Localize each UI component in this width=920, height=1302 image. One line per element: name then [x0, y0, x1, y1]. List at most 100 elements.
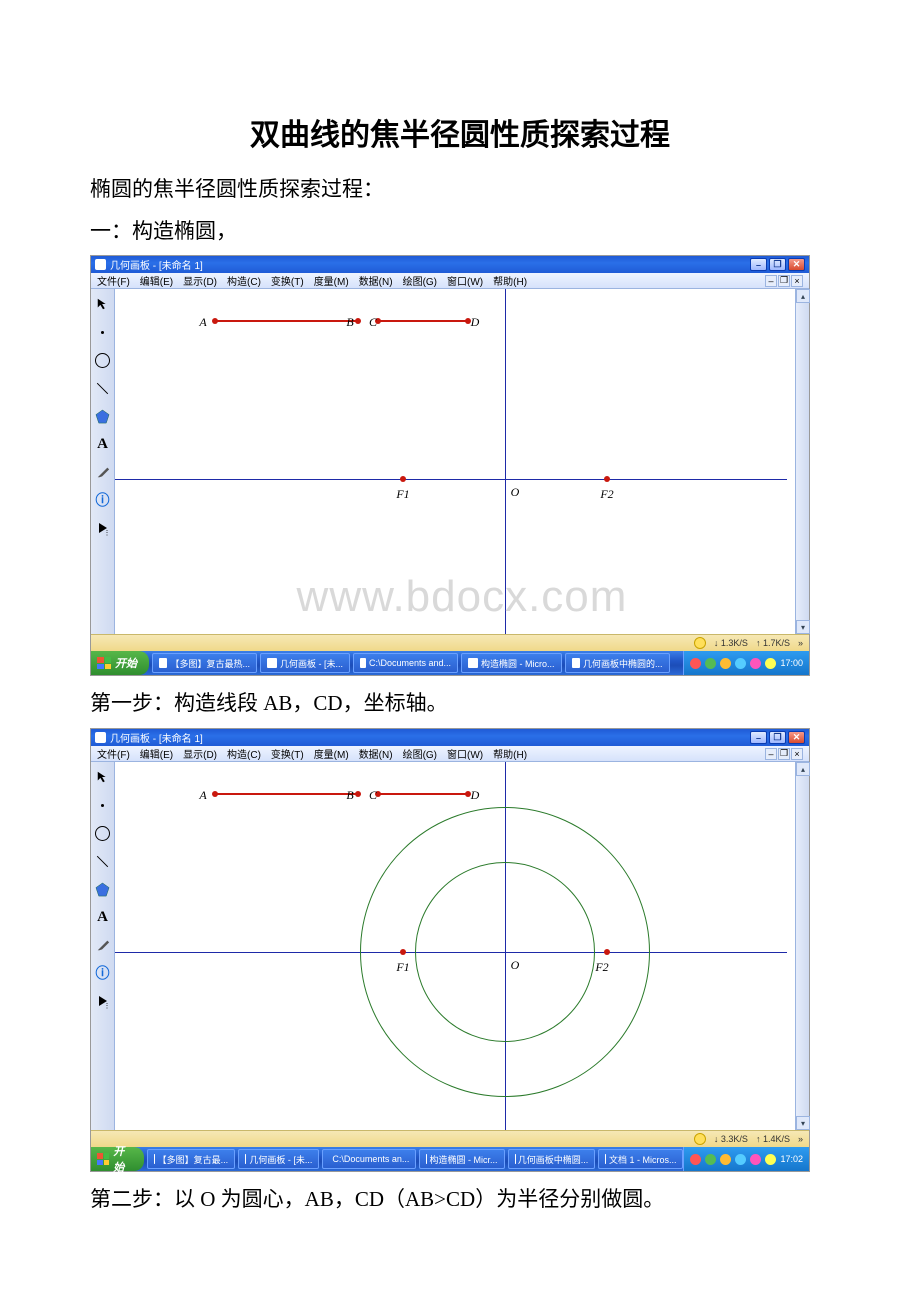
- minimize-button[interactable]: –: [750, 731, 767, 744]
- line-tool[interactable]: [94, 379, 112, 397]
- point-b[interactable]: [355, 791, 361, 797]
- menu-item[interactable]: 绘图(G): [403, 746, 437, 761]
- select-tool[interactable]: [94, 768, 112, 786]
- taskbar-item[interactable]: 构造椭圆 - Micro...: [461, 653, 562, 673]
- tray-icon[interactable]: [735, 1154, 746, 1165]
- menu-item[interactable]: 显示(D): [183, 746, 217, 761]
- tray-icon[interactable]: [705, 1154, 716, 1165]
- scroll-up[interactable]: ▴: [796, 289, 810, 303]
- menu-item[interactable]: 绘图(G): [403, 273, 437, 288]
- custom-tool[interactable]: ⋮: [94, 519, 112, 537]
- menu-item[interactable]: 窗口(W): [447, 273, 483, 288]
- menu-item[interactable]: 变换(T): [271, 746, 304, 761]
- menu-item[interactable]: 帮助(H): [493, 273, 527, 288]
- menu-item[interactable]: 显示(D): [183, 273, 217, 288]
- circle-small[interactable]: [415, 862, 595, 1042]
- drawing-canvas[interactable]: O F1 F2 A B C D www.bdocx.com: [115, 289, 809, 634]
- menu-item[interactable]: 构造(C): [227, 746, 261, 761]
- text-tool[interactable]: A: [94, 908, 112, 926]
- system-tray: 17:02: [683, 1147, 809, 1171]
- close-button[interactable]: ✕: [788, 731, 805, 744]
- scroll-down[interactable]: ▾: [796, 620, 810, 634]
- start-button[interactable]: 开始: [91, 651, 149, 675]
- menu-item[interactable]: 帮助(H): [493, 746, 527, 761]
- window-title: 几何画板 - [未命名 1]: [110, 257, 203, 272]
- line-tool[interactable]: [94, 852, 112, 870]
- menu-item[interactable]: 变换(T): [271, 273, 304, 288]
- taskbar-item[interactable]: 构造椭圆 - Micr...: [419, 1149, 505, 1169]
- tray-icon[interactable]: [690, 658, 701, 669]
- marker-tool[interactable]: [94, 936, 112, 954]
- segment-cd[interactable]: [378, 320, 468, 322]
- point-b[interactable]: [355, 318, 361, 324]
- taskbar-item[interactable]: 文档 1 - Micros...: [598, 1149, 683, 1169]
- segment-ab[interactable]: [215, 320, 358, 322]
- point-f2[interactable]: [604, 476, 610, 482]
- minimize-button[interactable]: –: [750, 258, 767, 271]
- tray-icon[interactable]: [720, 658, 731, 669]
- scroll-down[interactable]: ▾: [796, 1116, 810, 1130]
- vertical-scrollbar[interactable]: ▴ ▾: [795, 762, 809, 1130]
- task-icon: [267, 658, 277, 668]
- tray-icon[interactable]: [735, 658, 746, 669]
- clock: 17:00: [780, 658, 803, 668]
- point-f2[interactable]: [604, 949, 610, 955]
- doc-minimize[interactable]: –: [765, 275, 777, 287]
- tray-icon[interactable]: [765, 658, 776, 669]
- menu-item[interactable]: 文件(F): [97, 746, 130, 761]
- doc-close[interactable]: ×: [791, 275, 803, 287]
- menu-item[interactable]: 数据(N): [359, 273, 393, 288]
- tray-icon[interactable]: [705, 658, 716, 669]
- segment-cd[interactable]: [378, 793, 468, 795]
- taskbar-item[interactable]: 几何画板 - [未...: [260, 653, 350, 673]
- select-tool[interactable]: [94, 295, 112, 313]
- point-f1[interactable]: [400, 949, 406, 955]
- doc-restore[interactable]: ❐: [778, 275, 790, 287]
- start-button[interactable]: 开始: [91, 1147, 144, 1171]
- menu-item[interactable]: 编辑(E): [140, 273, 173, 288]
- doc-minimize[interactable]: –: [765, 748, 777, 760]
- tray-icon[interactable]: [750, 1154, 761, 1165]
- custom-tool[interactable]: ⋮: [94, 992, 112, 1010]
- taskbar-item[interactable]: 几何画板 - [未...: [238, 1149, 319, 1169]
- menu-item[interactable]: 窗口(W): [447, 746, 483, 761]
- point-tool[interactable]: [94, 796, 112, 814]
- tray-icon[interactable]: [765, 1154, 776, 1165]
- maximize-button[interactable]: ❐: [769, 258, 786, 271]
- scroll-up[interactable]: ▴: [796, 762, 810, 776]
- circle-tool[interactable]: [94, 351, 112, 369]
- drawing-canvas[interactable]: O F1 F2 A B C D: [115, 762, 809, 1130]
- polygon-tool[interactable]: [94, 880, 112, 898]
- tray-icon[interactable]: [690, 1154, 701, 1165]
- circle-tool[interactable]: [94, 824, 112, 842]
- segment-ab[interactable]: [215, 793, 358, 795]
- taskbar-item[interactable]: 几何画板中椭圆...: [508, 1149, 596, 1169]
- marker-tool[interactable]: [94, 463, 112, 481]
- menu-item[interactable]: 编辑(E): [140, 746, 173, 761]
- taskbar-item[interactable]: 【多图】复古最...: [147, 1149, 235, 1169]
- info-tool[interactable]: ⓘ: [94, 491, 112, 509]
- vertical-scrollbar[interactable]: ▴ ▾: [795, 289, 809, 634]
- taskbar-item[interactable]: C:\Documents an...: [322, 1149, 416, 1169]
- point-tool[interactable]: [94, 323, 112, 341]
- doc-close[interactable]: ×: [791, 748, 803, 760]
- menu-item[interactable]: 度量(M): [314, 273, 349, 288]
- menu-item[interactable]: 数据(N): [359, 746, 393, 761]
- maximize-button[interactable]: ❐: [769, 731, 786, 744]
- text-tool[interactable]: A: [94, 435, 112, 453]
- label-b: B: [346, 788, 353, 803]
- doc-restore[interactable]: ❐: [778, 748, 790, 760]
- taskbar-item[interactable]: C:\Documents and...: [353, 653, 458, 673]
- menu-item[interactable]: 构造(C): [227, 273, 261, 288]
- taskbar-item[interactable]: 【多图】复古最热...: [152, 653, 257, 673]
- menu-item[interactable]: 文件(F): [97, 273, 130, 288]
- point-f1[interactable]: [400, 476, 406, 482]
- polygon-tool[interactable]: [94, 407, 112, 425]
- tray-icon[interactable]: [750, 658, 761, 669]
- menu-bar: 文件(F) 编辑(E) 显示(D) 构造(C) 变换(T) 度量(M) 数据(N…: [91, 746, 809, 762]
- info-tool[interactable]: ⓘ: [94, 964, 112, 982]
- close-button[interactable]: ✕: [788, 258, 805, 271]
- taskbar-item[interactable]: 几何画板中椭圆的...: [565, 653, 670, 673]
- tray-icon[interactable]: [720, 1154, 731, 1165]
- menu-item[interactable]: 度量(M): [314, 746, 349, 761]
